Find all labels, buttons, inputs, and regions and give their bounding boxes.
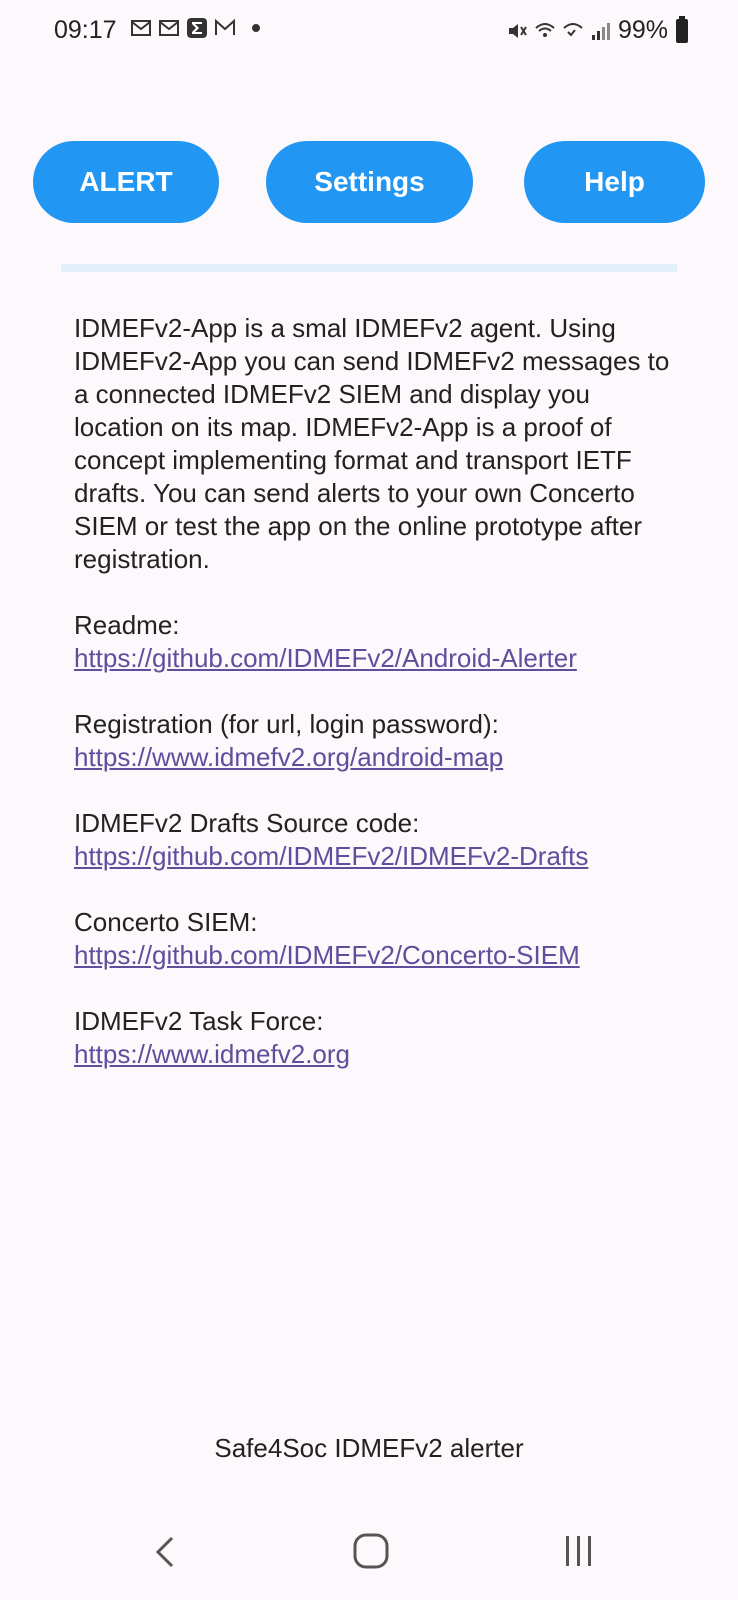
status-bar: 09:17 99% bbox=[0, 0, 738, 64]
task-force-section: IDMEFv2 Task Force: https://www.idmefv2.… bbox=[74, 1005, 674, 1071]
readme-section: Readme: https://github.com/IDMEFv2/Andro… bbox=[74, 609, 674, 675]
drafts-section: IDMEFv2 Drafts Source code: https://gith… bbox=[74, 807, 674, 873]
battery-percent: 99% bbox=[617, 16, 668, 44]
footer-text: Safe4Soc IDMEFv2 alerter bbox=[214, 1433, 524, 1463]
system-status: 99% bbox=[506, 15, 688, 45]
section-label: IDMEFv2 Drafts Source code: bbox=[74, 808, 420, 838]
section-label: Registration (for url, login password): bbox=[74, 709, 499, 739]
recent-apps-icon[interactable] bbox=[562, 1532, 596, 1570]
section-label: Readme: bbox=[74, 610, 180, 640]
intro-text: IDMEFv2-App is a smal IDMEFv2 agent. Usi… bbox=[74, 313, 670, 574]
gmail-icon bbox=[215, 18, 235, 35]
top-buttons: ALERT Settings Help bbox=[0, 141, 738, 223]
status-time: 09:17 bbox=[54, 16, 117, 44]
alert-button[interactable]: ALERT bbox=[33, 141, 219, 223]
registration-section: Registration (for url, login password): … bbox=[74, 708, 674, 774]
task-force-link[interactable]: https://www.idmefv2.org bbox=[74, 1038, 674, 1071]
wifi-calling-icon bbox=[563, 22, 583, 36]
concerto-section: Concerto SIEM: https://github.com/IDMEFv… bbox=[74, 906, 674, 972]
mute-icon bbox=[508, 23, 527, 38]
sigma-app-icon bbox=[187, 18, 207, 38]
mail-icon bbox=[159, 20, 179, 36]
battery-icon bbox=[676, 15, 688, 43]
mail-icon bbox=[131, 20, 151, 36]
more-notifications-dot bbox=[252, 24, 260, 32]
drafts-link[interactable]: https://github.com/IDMEFv2/IDMEFv2-Draft… bbox=[74, 840, 674, 873]
notification-icons bbox=[130, 17, 260, 39]
signal-icon bbox=[591, 22, 610, 40]
app-screen: 09:17 99% ALERT Settings Help IDMEFv2-Ap… bbox=[0, 0, 738, 1600]
back-icon[interactable] bbox=[150, 1532, 180, 1572]
wifi-icon bbox=[535, 22, 555, 37]
navigation-bar bbox=[0, 1510, 738, 1600]
help-content: IDMEFv2-App is a smal IDMEFv2 agent. Usi… bbox=[74, 312, 674, 1104]
home-icon[interactable] bbox=[352, 1532, 390, 1570]
settings-button[interactable]: Settings bbox=[266, 141, 473, 223]
section-label: Concerto SIEM: bbox=[74, 907, 258, 937]
concerto-link[interactable]: https://github.com/IDMEFv2/Concerto-SIEM bbox=[74, 939, 674, 972]
help-button[interactable]: Help bbox=[524, 141, 705, 223]
divider bbox=[61, 264, 677, 272]
readme-link[interactable]: https://github.com/IDMEFv2/Android-Alert… bbox=[74, 642, 674, 675]
section-label: IDMEFv2 Task Force: bbox=[74, 1006, 324, 1036]
registration-link[interactable]: https://www.idmefv2.org/android-map bbox=[74, 741, 674, 774]
